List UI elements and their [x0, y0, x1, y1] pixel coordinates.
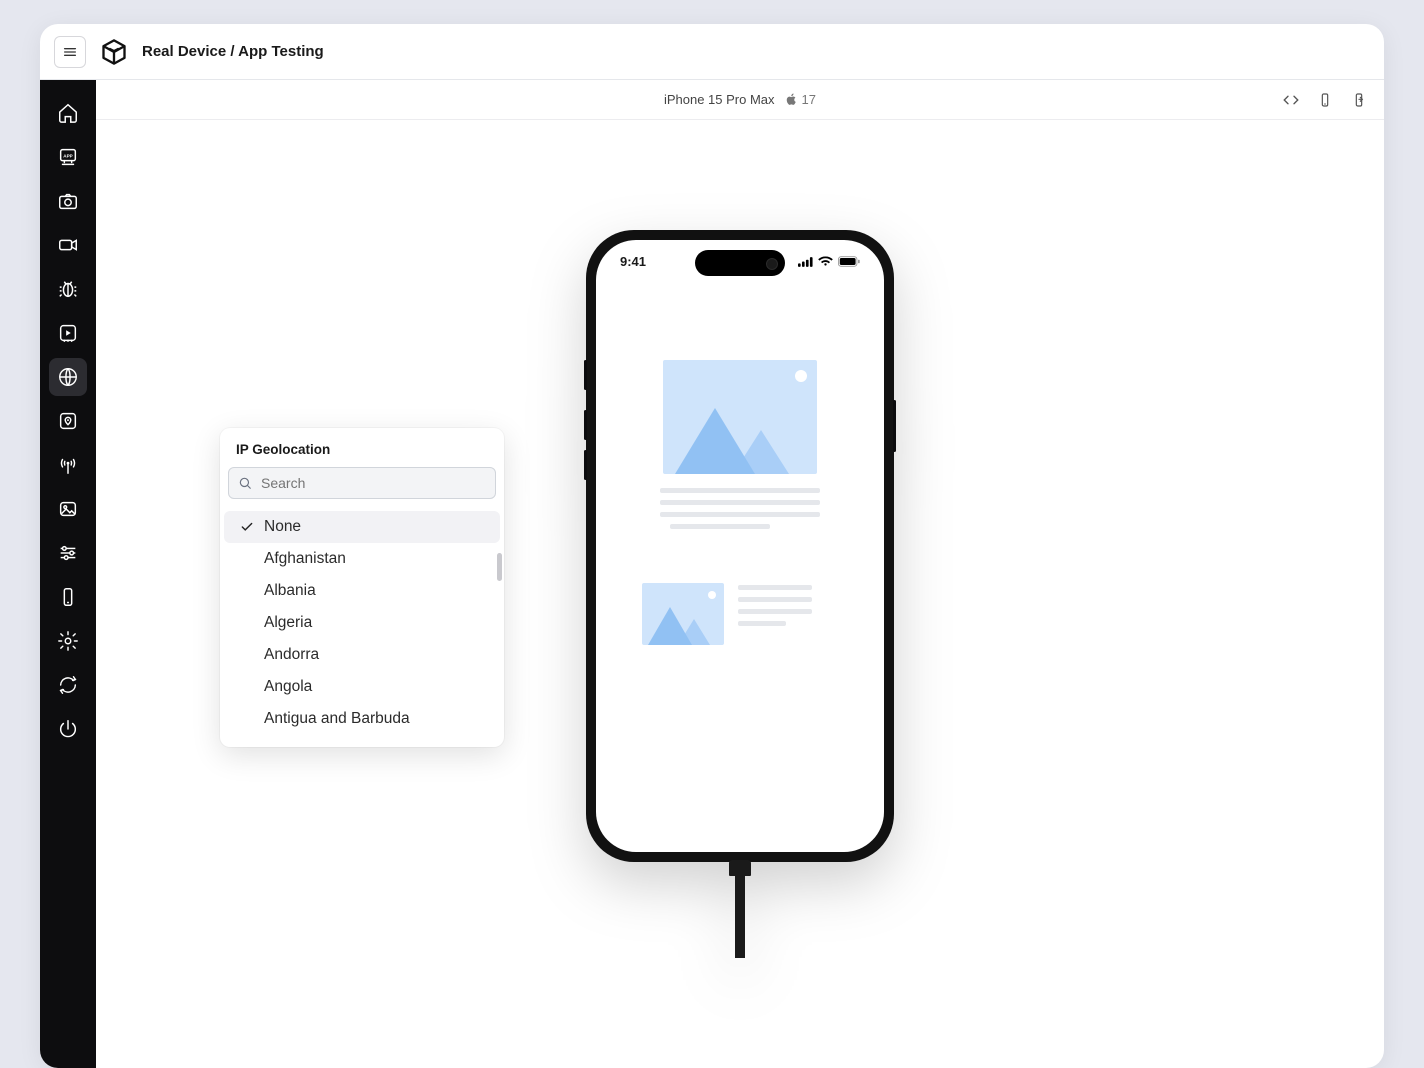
device-name: iPhone 15 Pro Max — [664, 92, 775, 107]
sidebar-item-settings[interactable] — [49, 622, 87, 660]
cable — [735, 862, 745, 958]
body: APP iPhone 15 Pro Max 17 — [40, 80, 1384, 1068]
wifi-icon — [818, 256, 833, 267]
sidebar-item-power[interactable] — [49, 710, 87, 748]
country-option-none[interactable]: None — [224, 511, 500, 543]
country-label: Andorra — [264, 646, 319, 664]
country-label: None — [264, 518, 301, 536]
map-pin-icon — [57, 410, 79, 432]
share-device-icon — [1351, 92, 1367, 108]
phone-mockup: 9:41 — [586, 230, 894, 862]
os-version: 17 — [802, 92, 816, 107]
country-label: Angola — [264, 678, 312, 696]
sidebar-item-sync[interactable] — [49, 666, 87, 704]
sliders-icon — [57, 542, 79, 564]
country-label: Albania — [264, 582, 316, 600]
status-time: 9:41 — [620, 254, 646, 269]
check-icon — [238, 520, 256, 534]
country-label: Algeria — [264, 614, 312, 632]
play-icon — [57, 322, 79, 344]
app-content — [596, 240, 884, 645]
sync-icon — [57, 674, 79, 696]
country-list: None Afghanistan Albania Algeria Andorra… — [220, 507, 504, 747]
country-option[interactable]: Afghanistan — [224, 543, 500, 575]
code-icon — [1282, 91, 1300, 109]
search-input[interactable] — [228, 467, 496, 499]
globe-icon — [57, 366, 79, 388]
sidebar-item-image[interactable] — [49, 490, 87, 528]
search-field — [228, 467, 496, 499]
devtools-button[interactable] — [1280, 89, 1302, 111]
placeholder-row — [634, 583, 846, 645]
sidebar-item-app[interactable]: APP — [49, 138, 87, 176]
bug-icon — [57, 278, 79, 300]
battery-icon — [838, 256, 860, 267]
antenna-icon — [57, 454, 79, 476]
sidebar-item-video[interactable] — [49, 226, 87, 264]
placeholder-text — [634, 488, 846, 529]
status-signals — [798, 254, 860, 269]
gear-icon — [57, 630, 79, 652]
app-icon: APP — [57, 146, 79, 168]
sidebar-item-map[interactable] — [49, 402, 87, 440]
device-bar: iPhone 15 Pro Max 17 — [96, 80, 1384, 120]
geolocation-popover: IP Geolocation None Afghanistan Albania … — [220, 428, 504, 747]
placeholder-image-small — [642, 583, 724, 645]
placeholder-image-large — [663, 360, 817, 474]
share-button[interactable] — [1348, 89, 1370, 111]
sidebar-item-device[interactable] — [49, 578, 87, 616]
apple-icon — [785, 93, 798, 106]
scrollbar-thumb[interactable] — [497, 553, 502, 581]
country-option[interactable]: Albania — [224, 575, 500, 607]
popover-title: IP Geolocation — [220, 428, 504, 467]
rotate-device-icon — [1317, 92, 1333, 108]
main: iPhone 15 Pro Max 17 — [96, 80, 1384, 1068]
video-icon — [57, 234, 79, 256]
sidebar-item-camera[interactable] — [49, 182, 87, 220]
home-icon — [57, 102, 79, 124]
logo-icon — [100, 38, 128, 66]
status-bar: 9:41 — [596, 254, 884, 269]
sidebar: APP — [40, 80, 96, 1068]
svg-text:APP: APP — [63, 153, 72, 158]
device-actions — [1280, 89, 1370, 111]
country-label: Afghanistan — [264, 550, 346, 568]
search-icon — [238, 476, 252, 490]
country-option[interactable]: Andorra — [224, 639, 500, 671]
device-icon — [57, 586, 79, 608]
placeholder-text-small — [738, 583, 838, 645]
image-icon — [57, 498, 79, 520]
app-window: Real Device / App Testing APP iPhone 15 … — [40, 24, 1384, 1068]
device-label: iPhone 15 Pro Max 17 — [664, 92, 816, 107]
cellular-icon — [798, 257, 813, 267]
device-screen[interactable]: 9:41 — [596, 240, 884, 852]
sidebar-item-home[interactable] — [49, 94, 87, 132]
power-icon — [57, 718, 79, 740]
sidebar-item-geolocation[interactable] — [49, 358, 87, 396]
camera-icon — [57, 190, 79, 212]
sidebar-item-bug[interactable] — [49, 270, 87, 308]
header: Real Device / App Testing — [40, 24, 1384, 80]
country-option[interactable]: Algeria — [224, 607, 500, 639]
page-title: Real Device / App Testing — [142, 43, 324, 60]
country-option[interactable]: Angola — [224, 671, 500, 703]
sidebar-item-network[interactable] — [49, 446, 87, 484]
sidebar-item-playback[interactable] — [49, 314, 87, 352]
country-label: Antigua and Barbuda — [264, 710, 410, 728]
country-option[interactable]: Antigua and Barbuda — [224, 703, 500, 735]
rotate-button[interactable] — [1314, 89, 1336, 111]
menu-button[interactable] — [54, 36, 86, 68]
sidebar-item-sliders[interactable] — [49, 534, 87, 572]
menu-icon — [62, 44, 78, 60]
